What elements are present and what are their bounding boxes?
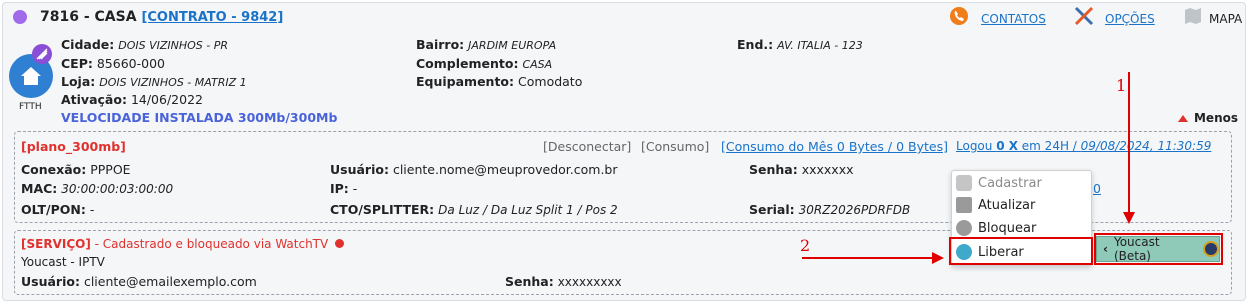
annotation-arrows bbox=[802, 72, 1135, 264]
annotation-number-1: 1 bbox=[1116, 76, 1127, 95]
annotation-number-2: 2 bbox=[800, 236, 811, 255]
